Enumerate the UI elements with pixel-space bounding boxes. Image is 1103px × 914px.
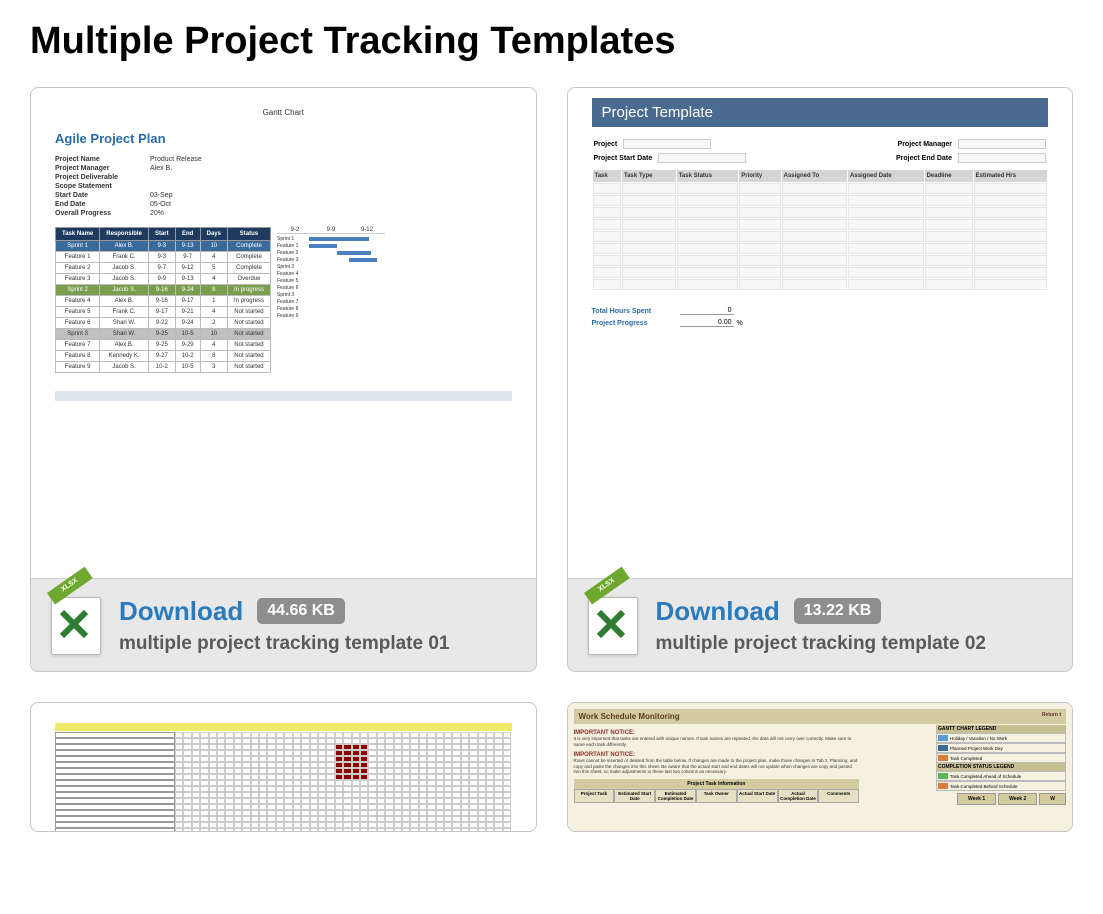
return-link: Return t	[1042, 712, 1061, 721]
notice-text: Rows cannot be inserted or deleted from …	[574, 758, 860, 776]
template-header: Project Template	[592, 98, 1049, 127]
scrollbar-placeholder	[55, 391, 512, 401]
notice-text: It is very important that tasks are ente…	[574, 736, 860, 748]
plan-meta: Project NameProduct ReleaseProject Manag…	[55, 156, 512, 217]
filename: multiple project tracking template 01	[119, 633, 518, 655]
weeks-row: Week 1Week 2W	[957, 793, 1066, 805]
gantt-chart: 9-29-99-12 Sprint 1Feature 1Feature 2Fea…	[277, 227, 385, 373]
gantt-chart-title: Gantt Chart	[55, 108, 512, 117]
task-table: Task NameResponsibleStartEndDaysStatusSp…	[55, 227, 271, 373]
template-grid: Gantt Chart Agile Project Plan Project N…	[30, 87, 1073, 832]
legend: GANTT CHART LEGENDHoliday / Vacation / N…	[936, 725, 1066, 791]
file-size-badge: 13.22 KB	[794, 598, 882, 624]
task-table: TaskTask TypeTask StatusPriorityAssigned…	[592, 169, 1049, 291]
template-card: Gantt Chart Agile Project Plan Project N…	[30, 87, 537, 672]
template-preview: Project Template ProjectProject ManagerP…	[568, 88, 1073, 578]
template-preview: Work Schedule Monitoring Return t IMPORT…	[568, 703, 1073, 831]
page-title: Multiple Project Tracking Templates	[30, 20, 1073, 63]
task-info-header: Project Task Information	[574, 779, 860, 789]
download-link[interactable]: Download	[656, 596, 780, 627]
download-link[interactable]: Download	[119, 596, 243, 627]
template-preview: Gantt Chart Agile Project Plan Project N…	[31, 88, 536, 578]
template-preview	[31, 703, 536, 831]
work-schedule-title: Work Schedule Monitoring Return t	[574, 709, 1067, 724]
download-bar: XLSX Download 44.66 KB multiple project …	[31, 578, 536, 671]
template-card: Project Template ProjectProject ManagerP…	[567, 87, 1074, 672]
xlsx-file-icon: XLSX	[586, 595, 640, 655]
download-bar: XLSX Download 13.22 KB multiple project …	[568, 578, 1073, 671]
template-card	[30, 702, 537, 832]
template-card: Work Schedule Monitoring Return t IMPORT…	[567, 702, 1074, 832]
totals: Total Hours Spent0Project Progress0.00%	[592, 307, 1049, 327]
filename: multiple project tracking template 02	[656, 633, 1055, 655]
plan-title: Agile Project Plan	[55, 131, 512, 146]
task-columns: Project TaskEstimated Start DateEstimate…	[574, 789, 860, 803]
xlsx-file-icon: XLSX	[49, 595, 103, 655]
file-size-badge: 44.66 KB	[257, 598, 345, 624]
